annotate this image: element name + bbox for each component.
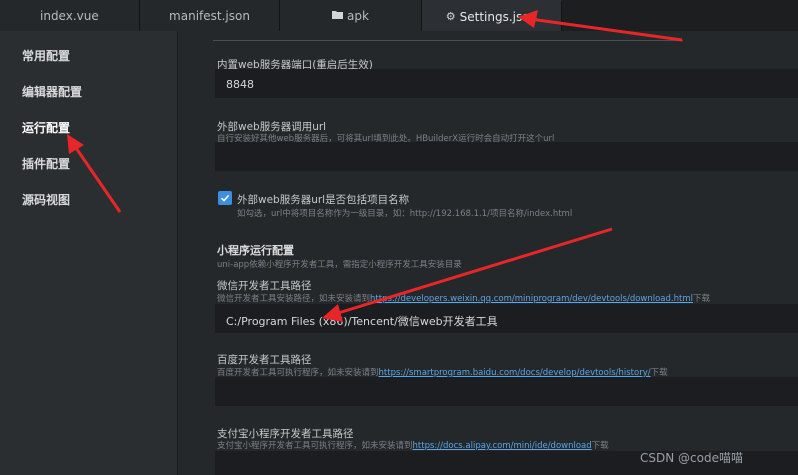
tab-label: Settings.json bbox=[459, 9, 538, 24]
include-project-name-desc: 如勾选，url中将项目名称作为一级目录，如：http://192.168.1.1… bbox=[237, 209, 573, 219]
desc-text: 下载 bbox=[692, 294, 710, 304]
divider bbox=[213, 40, 683, 41]
sidebar-item-common[interactable]: 常用配置 bbox=[22, 47, 70, 64]
alipay-download-link[interactable]: https://docs.alipay.com/mini/ide/downloa… bbox=[413, 441, 592, 451]
watermark: CSDN @code喵喵 bbox=[640, 451, 743, 465]
settings-sidebar: 常用配置 编辑器配置 运行配置 插件配置 源码视图 bbox=[0, 31, 178, 475]
check-icon bbox=[220, 194, 230, 202]
desc-text: 下载 bbox=[591, 441, 609, 451]
desc-text: 微信开发者工具安装路径，如未安装请到 bbox=[217, 294, 371, 304]
tab-label: apk bbox=[347, 8, 369, 23]
weixin-path-desc: 微信开发者工具安装路径，如未安装请到https://developers.wei… bbox=[217, 292, 710, 304]
sidebar-item-run[interactable]: 运行配置 bbox=[22, 119, 70, 136]
tab-manifest-json[interactable]: manifest.json bbox=[140, 0, 280, 31]
tab-index-vue[interactable]: index.vue bbox=[0, 0, 140, 31]
miniprogram-section-desc: uni-app依赖小程序开发者工具，需指定小程序开发工具安装目录 bbox=[217, 260, 462, 270]
include-project-name-checkbox[interactable] bbox=[218, 191, 232, 205]
gear-icon: ⚙ bbox=[445, 10, 456, 23]
baidu-path-input[interactable] bbox=[215, 377, 798, 406]
desc-text: 支付宝小程序开发者工具可执行程序，如未安装请到 bbox=[217, 441, 413, 451]
include-project-name-label: 外部web服务器url是否包括项目名称 bbox=[237, 194, 410, 206]
sidebar-item-source-view[interactable]: 源码视图 bbox=[22, 191, 70, 208]
settings-panel: 内置web服务器端口(重启后生效) 8848 外部web服务器调用url 自行安… bbox=[178, 31, 798, 475]
alipay-path-desc: 支付宝小程序开发者工具可执行程序，如未安装请到https://docs.alip… bbox=[217, 439, 609, 451]
weixin-path-label: 微信开发者工具路径 bbox=[217, 280, 312, 292]
port-input[interactable]: 8848 bbox=[215, 69, 798, 98]
weixin-path-input[interactable]: C:/Program Files (x86)/Tencent/微信web开发者工… bbox=[215, 304, 798, 333]
tab-label: index.vue bbox=[40, 8, 99, 23]
tab-apk[interactable]: apk bbox=[280, 0, 422, 31]
tab-bar-filler bbox=[562, 0, 798, 31]
weixin-download-link[interactable]: https://developers.weixin.qq.com/minipro… bbox=[370, 294, 693, 304]
tab-label: manifest.json bbox=[169, 8, 250, 23]
external-url-input[interactable] bbox=[215, 142, 798, 171]
baidu-path-label: 百度开发者工具路径 bbox=[217, 354, 312, 366]
sidebar-item-plugins[interactable]: 插件配置 bbox=[22, 155, 70, 172]
editor-tab-bar: index.vue manifest.json apk ⚙ Settings.j… bbox=[0, 0, 798, 31]
miniprogram-section-title: 小程序运行配置 bbox=[217, 244, 294, 257]
folder-icon bbox=[332, 9, 344, 22]
tab-settings-json[interactable]: ⚙ Settings.json bbox=[422, 0, 562, 31]
sidebar-item-editor[interactable]: 编辑器配置 bbox=[22, 83, 82, 100]
